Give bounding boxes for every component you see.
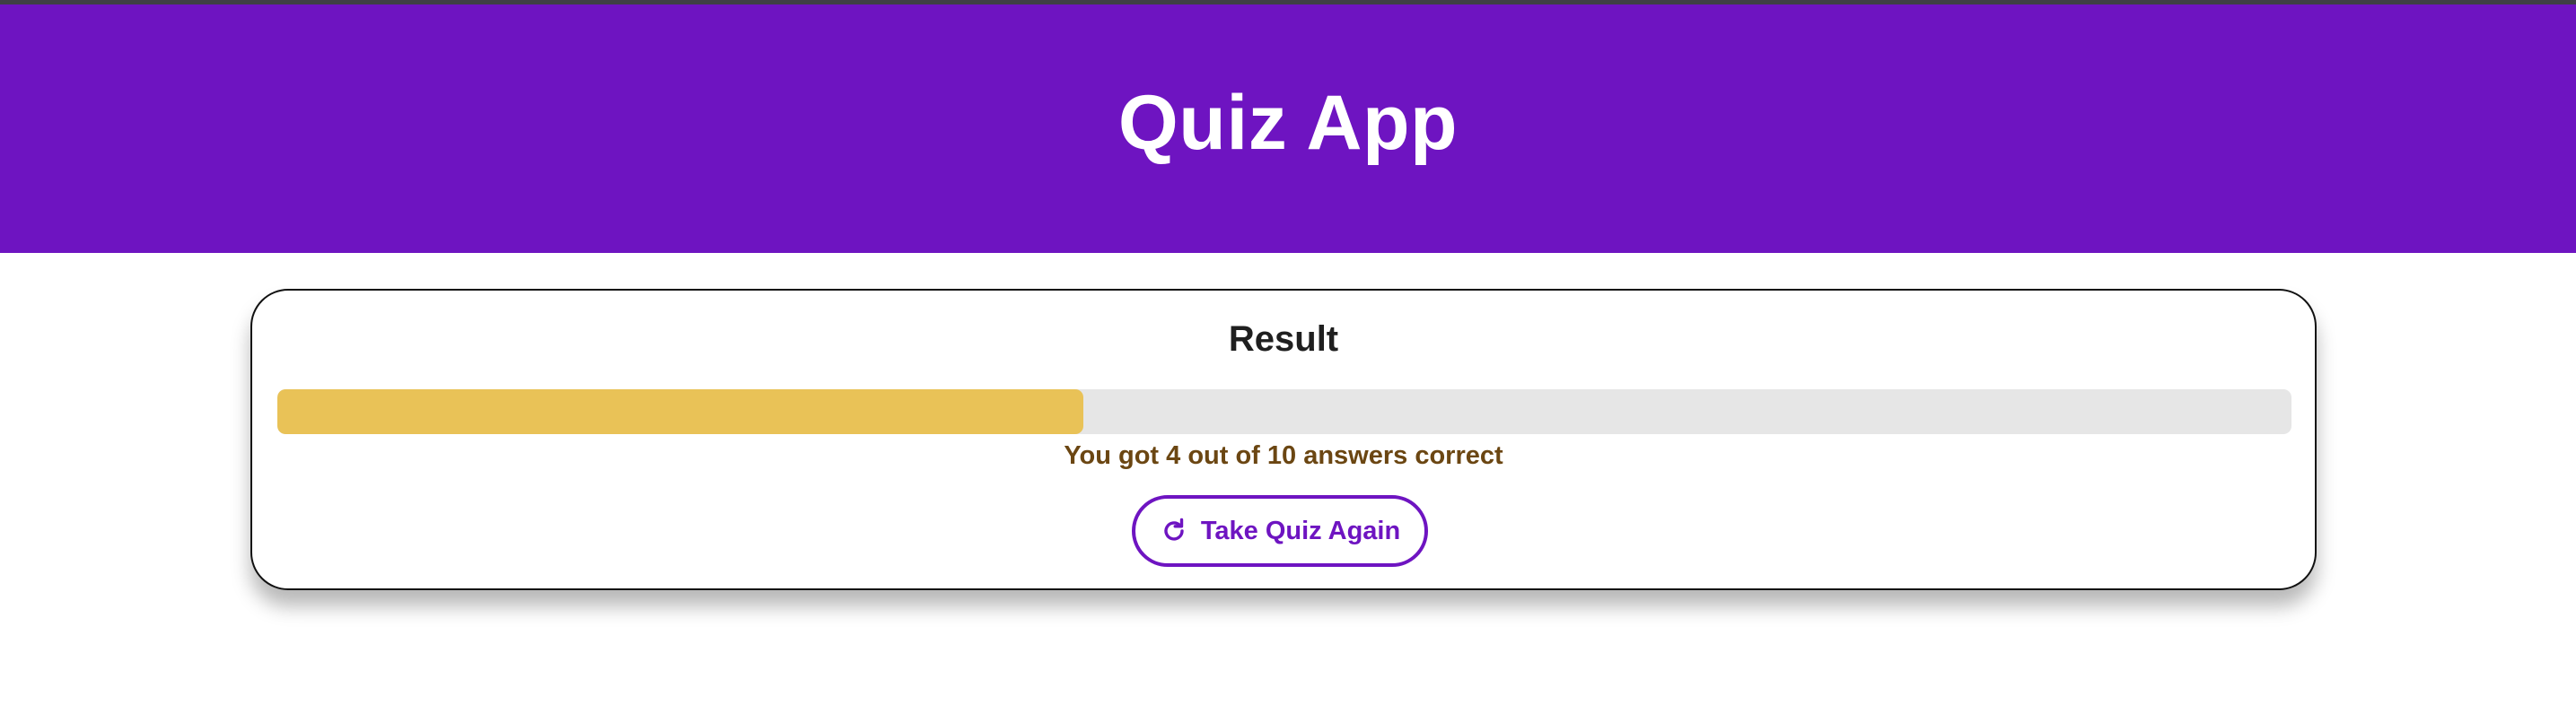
take-quiz-again-button[interactable]: Take Quiz Again	[1132, 495, 1428, 567]
result-card: Result You got 4 out of 10 answers corre…	[250, 289, 2317, 590]
score-message: You got 4 out of 10 answers correct	[1064, 441, 1503, 470]
app-title: Quiz App	[1117, 80, 1459, 166]
result-heading: Result	[1228, 319, 1339, 359]
score-progress-fill	[277, 389, 1083, 434]
score-progress-bar	[277, 389, 2291, 434]
refresh-icon	[1160, 517, 1188, 545]
take-quiz-again-label: Take Quiz Again	[1200, 516, 1401, 545]
app-header: Quiz App	[0, 4, 2576, 253]
